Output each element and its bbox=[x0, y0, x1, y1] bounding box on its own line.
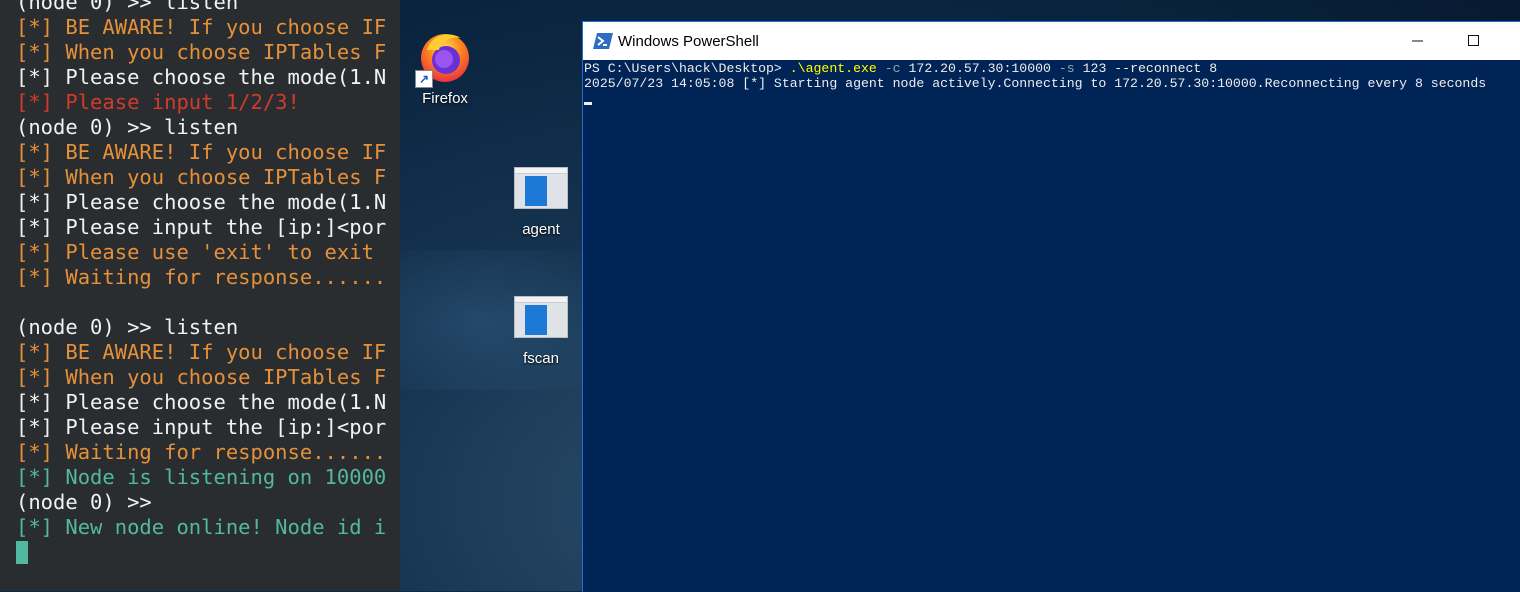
powershell-icon bbox=[593, 33, 613, 49]
desktop-icon-fscan[interactable]: fscan bbox=[496, 296, 586, 367]
flag-s-value: 123 --reconnect 8 bbox=[1074, 61, 1218, 76]
prompt: PS C:\Users\hack\Desktop> bbox=[584, 61, 790, 76]
terminal-line: [*] When you choose IPTables F bbox=[16, 165, 387, 189]
minimize-button[interactable] bbox=[1395, 22, 1441, 60]
flag-s: -s bbox=[1050, 61, 1075, 76]
terminal-line: [*] Waiting for response...... bbox=[16, 440, 387, 464]
terminal-line: [*] Please input the [ip:]<por bbox=[16, 415, 387, 439]
terminal-line: [*] New node online! Node id i bbox=[16, 515, 387, 539]
output-line: 2025/07/23 14:05:08 [*] Starting agent n… bbox=[584, 76, 1487, 91]
file-icon bbox=[514, 167, 568, 209]
console-area[interactable]: PS C:\Users\hack\Desktop> .\agent.exe -c… bbox=[583, 60, 1520, 592]
agent-label: agent bbox=[522, 221, 560, 238]
console-cursor bbox=[584, 102, 592, 105]
terminal-line: [*] Please choose the mode(1.N bbox=[16, 390, 387, 414]
terminal-line: [*] Node is listening on 10000 bbox=[16, 465, 387, 489]
command-exe: .\agent.exe bbox=[789, 61, 877, 76]
terminal-line: [*] When you choose IPTables F bbox=[16, 365, 387, 389]
shortcut-arrow-icon: ↗ bbox=[415, 70, 433, 88]
window-title: Windows PowerShell bbox=[618, 33, 759, 50]
terminal-line: (node 0) >> listen bbox=[16, 0, 239, 14]
terminal-output: (node 0) >> listen [*] BE AWARE! If you c… bbox=[16, 0, 386, 540]
firefox-icon: ↗ bbox=[415, 28, 473, 88]
terminal-line: [*] Please use 'exit' to exit bbox=[16, 240, 374, 264]
firefox-label: Firefox bbox=[422, 90, 468, 107]
terminal-line: [*] Please choose the mode(1.N bbox=[16, 190, 387, 214]
terminal-line: [*] Please input 1/2/3! bbox=[16, 90, 300, 114]
flag-c: -c bbox=[876, 61, 901, 76]
fscan-label: fscan bbox=[523, 350, 559, 367]
left-terminal[interactable]: (node 0) >> listen [*] BE AWARE! If you c… bbox=[0, 0, 400, 591]
terminal-line: [*] When you choose IPTables F bbox=[16, 40, 387, 64]
terminal-line: [*] Please choose the mode(1.N bbox=[16, 65, 387, 89]
powershell-window[interactable]: Windows PowerShell PS C:\Users\hack\Desk… bbox=[582, 21, 1520, 592]
terminal-line: [*] Please input the [ip:]<por bbox=[16, 215, 387, 239]
command-line: PS C:\Users\hack\Desktop> .\agent.exe -c… bbox=[584, 61, 1217, 76]
terminal-cursor bbox=[16, 541, 28, 564]
terminal-line: [*] BE AWARE! If you choose IF bbox=[16, 15, 387, 39]
terminal-line: [*] BE AWARE! If you choose IF bbox=[16, 140, 387, 164]
flag-c-value: 172.20.57.30:10000 bbox=[900, 61, 1051, 76]
terminal-line: [*] BE AWARE! If you choose IF bbox=[16, 340, 387, 364]
title-bar[interactable]: Windows PowerShell bbox=[583, 22, 1520, 60]
terminal-line: (node 0) >> listen bbox=[16, 315, 239, 339]
maximize-button[interactable] bbox=[1451, 22, 1497, 60]
terminal-line: (node 0) >> listen bbox=[16, 115, 239, 139]
terminal-line: (node 0) >> bbox=[16, 490, 152, 514]
terminal-line: [*] Waiting for response...... bbox=[16, 265, 387, 289]
desktop-icon-agent[interactable]: agent bbox=[496, 167, 586, 238]
desktop-icon-firefox[interactable]: ↗ Firefox bbox=[400, 28, 490, 107]
file-icon bbox=[514, 296, 568, 338]
